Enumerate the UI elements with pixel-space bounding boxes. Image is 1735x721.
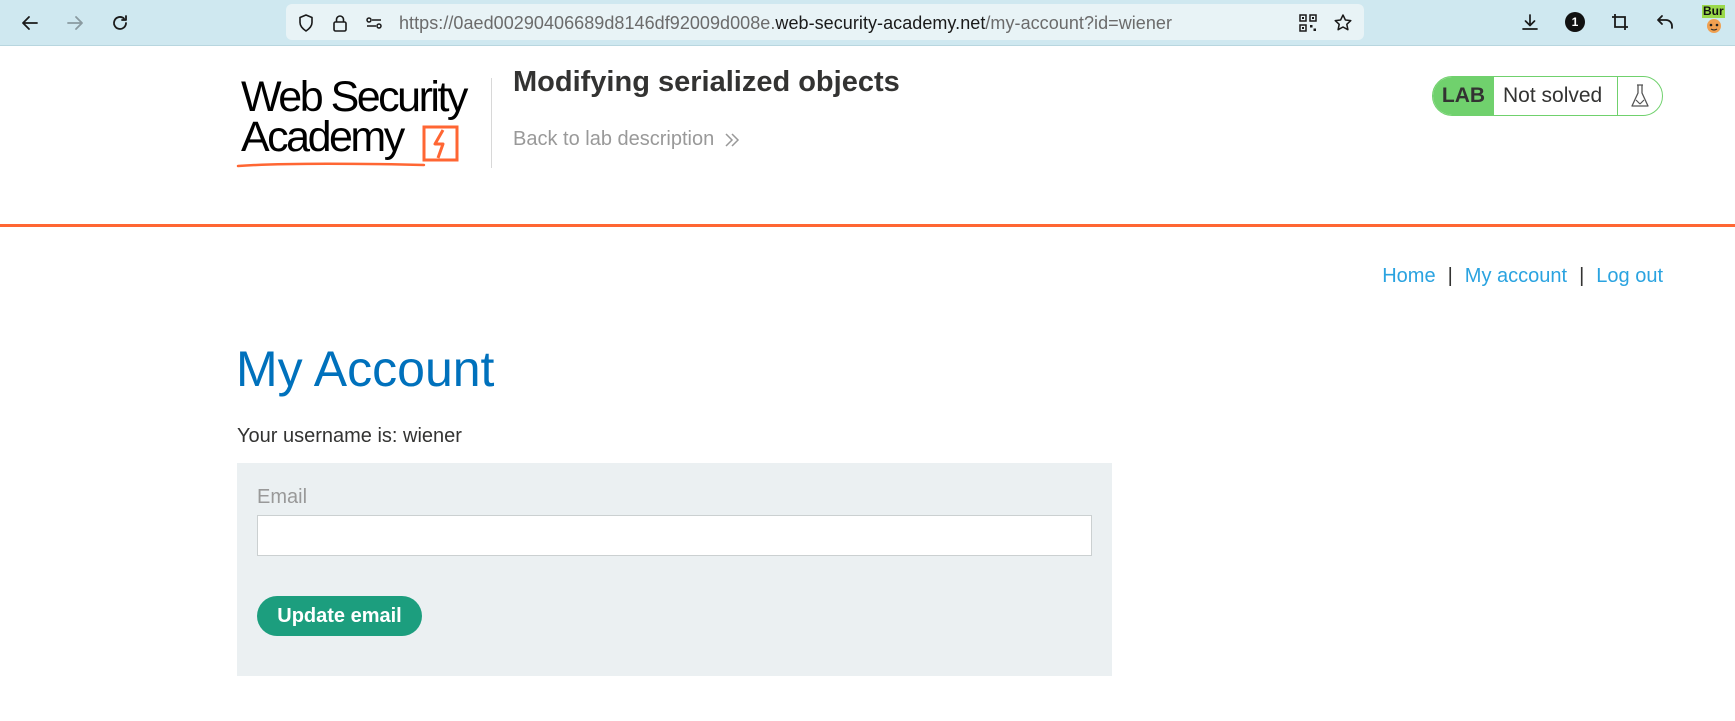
browser-toolbar: https://0aed00290406689d8146df92009d008e… (0, 0, 1735, 46)
back-to-lab-description-link[interactable]: Back to lab description (513, 128, 740, 151)
arrow-left-icon (22, 16, 38, 30)
double-chevron-right-icon (725, 132, 740, 147)
url-path: /my-account?id=wiener (985, 13, 1173, 33)
url-prefix: https://0aed00290406689d8146df92009d008e… (399, 13, 776, 33)
burp-extension-button[interactable]: Bur (1700, 5, 1728, 35)
logo-underline (236, 162, 426, 168)
forward-button[interactable] (61, 9, 89, 37)
account-nav: Home | My account | Log out (1382, 265, 1663, 288)
lab-status-widget: LAB Not solved (1432, 76, 1663, 116)
url-text[interactable]: https://0aed00290406689d8146df92009d008e… (399, 13, 1172, 34)
qr-code-icon[interactable] (1298, 13, 1318, 33)
url-host: web-security-academy.net (775, 13, 986, 33)
extension-button[interactable]: 1 (1562, 9, 1588, 35)
update-email-button[interactable]: Update email (257, 596, 422, 636)
update-email-form: Email Update email (237, 463, 1112, 676)
address-bar[interactable]: https://0aed00290406689d8146df92009d008e… (286, 4, 1364, 40)
nav-my-account-link[interactable]: My account (1465, 265, 1567, 288)
bookmark-star-icon[interactable] (1333, 13, 1353, 33)
email-input[interactable] (257, 515, 1092, 556)
logo-bolt-icon (422, 125, 459, 162)
permissions-icon[interactable] (364, 13, 384, 33)
nav-home-link[interactable]: Home (1382, 265, 1435, 288)
crop-icon (1612, 14, 1628, 30)
shield-icon[interactable] (296, 13, 316, 33)
nav-separator: | (1579, 265, 1585, 287)
page-heading: My Account (236, 341, 495, 397)
email-label: Email (257, 486, 308, 508)
lab-tag: LAB (1433, 77, 1494, 115)
back-button[interactable] (16, 9, 44, 37)
nav-log-out-link[interactable]: Log out (1596, 265, 1663, 288)
nav-separator: | (1447, 265, 1453, 287)
header-divider (491, 78, 492, 168)
lab-status-text: Not solved (1503, 84, 1603, 107)
undo-button[interactable] (1652, 9, 1678, 35)
crop-tool-button[interactable] (1607, 9, 1633, 35)
downloads-button[interactable] (1517, 9, 1543, 35)
logo-line2: Academy (241, 113, 405, 161)
reload-icon (113, 15, 127, 30)
flask-icon (1631, 84, 1649, 107)
burp-icon (1707, 19, 1721, 33)
username-text: Your username is: wiener (237, 425, 462, 447)
arrow-right-icon (67, 16, 83, 30)
web-security-academy-logo[interactable]: Web Security Academy (236, 74, 498, 174)
extension-badge: 1 (1565, 12, 1585, 32)
undo-arrow-icon (1657, 15, 1673, 29)
download-icon (1522, 14, 1538, 30)
reload-button[interactable] (106, 9, 134, 37)
lab-flask-button[interactable] (1617, 77, 1662, 115)
lab-title: Modifying serialized objects (513, 66, 900, 98)
lock-icon[interactable] (330, 13, 350, 33)
site-header: Web Security Academy Modifying serialize… (0, 46, 1735, 227)
back-link-label: Back to lab description (513, 128, 715, 150)
